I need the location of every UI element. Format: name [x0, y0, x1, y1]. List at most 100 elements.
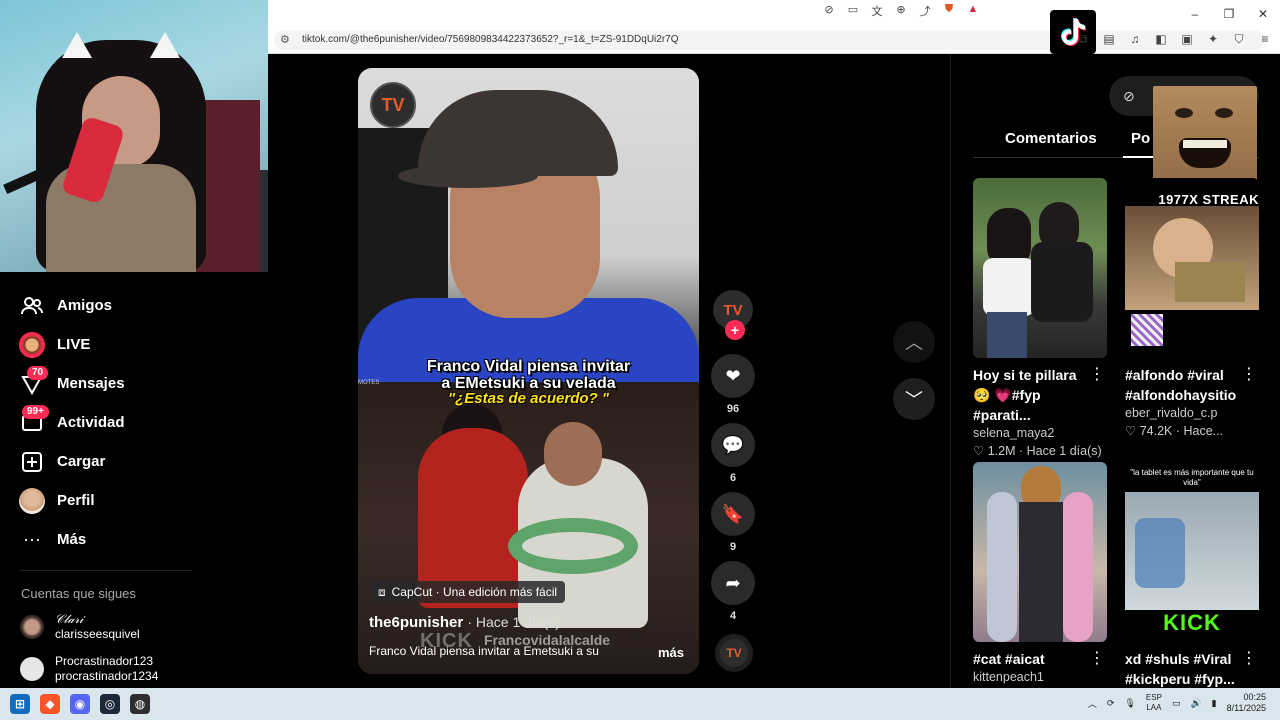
menu-icon[interactable]: ≡: [1258, 32, 1272, 47]
comment-button[interactable]: 💬: [711, 423, 755, 467]
video-thumbnail[interactable]: 1977X STREAK: [1125, 178, 1259, 358]
comment-icon: 💬: [721, 434, 745, 455]
video-author[interactable]: the6punisher · Hace 1 día(s): [369, 614, 560, 631]
network-icon[interactable]: ⟳: [1107, 698, 1115, 709]
sidebar-item-mensajes[interactable]: 70 Mensajes: [18, 364, 258, 403]
sidebar-nav: Amigos LIVE 70 Mensajes 99+ Actividad Ca…: [18, 286, 258, 559]
card-user[interactable]: eber_rivaldo_c.p: [1125, 406, 1259, 420]
thumbnail-overlay-text: "la tablet es más importante que tu vida…: [1130, 468, 1254, 487]
screen: ⚙ tiktok.com/@the6punisher/video/7569809…: [0, 0, 1280, 720]
tab-second[interactable]: Po: [1131, 130, 1150, 147]
zoom-icon[interactable]: ⊕: [894, 3, 908, 19]
obs-icon[interactable]: ◍: [130, 694, 150, 714]
music-icon[interactable]: ♫: [1128, 32, 1142, 47]
sidebar-item-mas[interactable]: ··· Más: [18, 520, 258, 559]
video-card[interactable]: Hoy si te pillara 🥺 💗#fyp #parati... ⋮ s…: [973, 178, 1107, 458]
share-icon[interactable]: ⤴: [918, 3, 932, 19]
like-button[interactable]: ❤: [711, 354, 755, 398]
creator-avatar[interactable]: TV: [370, 82, 416, 128]
kick-logo: KICK: [1163, 610, 1221, 635]
more-options-icon[interactable]: ⋮: [1241, 648, 1257, 668]
translate-icon[interactable]: 文: [870, 3, 884, 19]
site-settings-icon[interactable]: ⚙: [280, 33, 294, 47]
taskbar-apps: ⊞ ◆ ◉ ◎ ◍: [10, 694, 150, 714]
sidebar-item-amigos[interactable]: Amigos: [18, 286, 258, 325]
restore-icon[interactable]: ❐: [1212, 0, 1246, 28]
capcut-badge[interactable]: ⧈ CapCut · Una edición más fácil: [370, 581, 566, 603]
card-stats: ♡ 1.2M · Hace 1 día(s): [973, 444, 1102, 458]
more-options-icon[interactable]: ⋮: [1089, 364, 1105, 384]
video-thumbnail[interactable]: "la tablet es más importante que tu vida…: [1125, 462, 1259, 642]
save-button[interactable]: 🔖: [711, 492, 755, 536]
next-video-button[interactable]: ﹀: [893, 378, 935, 420]
tab-comentarios[interactable]: Comentarios: [1005, 130, 1097, 147]
video-player[interactable]: TV Franco Vidal piensa invitar a EMetsuk…: [358, 68, 699, 674]
video-actions: TV + ❤ 96 💬 6 🔖 9 ➦ 4: [711, 290, 755, 630]
compass-icon: ⊘: [1123, 87, 1135, 104]
minimize-icon[interactable]: –: [1178, 0, 1212, 28]
bookmark-icon: 🔖: [721, 503, 745, 524]
creator-avatar-follow[interactable]: TV +: [713, 290, 753, 340]
chevron-up-icon[interactable]: ︿: [1088, 697, 1097, 710]
brave-shield-icon[interactable]: ⛊: [942, 3, 956, 19]
video-card[interactable]: "la tablet es más importante que tu vida…: [1125, 462, 1259, 689]
card-title[interactable]: xd #shuls #Viral #kickperu #fyp...: [1125, 649, 1249, 689]
card-title[interactable]: #alfondo #viral #alfondohaysitio: [1125, 365, 1249, 405]
video-card[interactable]: 1977X STREAK #alfondo #viral #alfondohay…: [1125, 178, 1259, 438]
extensions-icon[interactable]: ⧉: [1076, 32, 1090, 47]
webcam-overlay: [0, 0, 268, 272]
video-card[interactable]: #cat #aicat ⋮ kittenpeach1: [973, 462, 1107, 684]
video-overlay-text: MOTES: [358, 380, 380, 386]
thumbnail-overlay-text: 1977X STREAK: [1158, 192, 1259, 207]
microphone-icon[interactable]: 🎙: [1124, 698, 1135, 709]
more-button[interactable]: más: [658, 645, 684, 660]
previous-video-button[interactable]: ︿: [893, 321, 935, 363]
card-user[interactable]: selena_maya2: [973, 426, 1107, 440]
video-description: Franco Vidal piensa invitar a Emetsuki a…: [369, 644, 599, 658]
sidebar-item-actividad[interactable]: 99+ Actividad: [18, 403, 258, 442]
steam-icon[interactable]: ◎: [100, 694, 120, 714]
language-indicator[interactable]: ESP LAA: [1146, 693, 1162, 713]
messages-icon: 70: [18, 365, 49, 398]
video-thumbnail[interactable]: [973, 462, 1107, 642]
battery-icon[interactable]: ▮: [1212, 698, 1217, 709]
clock[interactable]: 00:25 8/11/2025: [1227, 692, 1266, 714]
no-tracking-icon[interactable]: ⊘: [822, 3, 836, 19]
monitor-icon[interactable]: ▭: [1172, 698, 1181, 709]
avatar: [20, 657, 44, 681]
save-count: 9: [729, 541, 737, 553]
taskbar: ⊞ ◆ ◉ ◎ ◍ ︿ ⟳ 🎙 ESP LAA ▭ 🔊 ▮ 00:25 8/11…: [0, 688, 1280, 720]
card-title[interactable]: #cat #aicat: [973, 649, 1097, 669]
video-thumbnail[interactable]: [973, 178, 1107, 358]
brave-browser-icon[interactable]: ◆: [40, 694, 60, 714]
vpn-icon[interactable]: ⛉: [1232, 32, 1246, 47]
card-title[interactable]: Hoy si te pillara 🥺 💗#fyp #parati...: [973, 365, 1097, 425]
window-controls: – ❐ ✕: [1178, 0, 1280, 28]
share-arrow-icon: ➦: [725, 572, 741, 593]
url-text[interactable]: tiktok.com/@the6punisher/video/756980983…: [302, 34, 679, 45]
more-options-icon[interactable]: ⋮: [1241, 364, 1257, 384]
close-icon[interactable]: ✕: [1246, 0, 1280, 28]
card-user[interactable]: kittenpeach1: [973, 670, 1107, 684]
windows-start-icon[interactable]: ⊞: [10, 694, 30, 714]
sidebar-icon[interactable]: ◧: [1154, 32, 1168, 47]
volume-icon[interactable]: 🔊: [1190, 698, 1201, 709]
discord-icon[interactable]: ◉: [70, 694, 90, 714]
wallet-icon[interactable]: ▣: [1180, 32, 1194, 47]
sidebar-item-cargar[interactable]: Cargar: [18, 442, 258, 481]
following-item[interactable]: 𝒞𝓁𝒶𝓇𝒾 clarisseesquivel: [20, 612, 140, 642]
like-count: 96: [726, 403, 740, 415]
share-button[interactable]: ➦: [711, 561, 755, 605]
brave-rewards-icon[interactable]: ▲: [966, 3, 980, 19]
following-item[interactable]: Procrastinador123 procrastinador1234: [20, 654, 158, 684]
sidebar-item-perfil[interactable]: Perfil: [18, 481, 258, 520]
leo-ai-icon[interactable]: ✦: [1206, 32, 1220, 47]
more-options-icon[interactable]: ⋮: [1089, 648, 1105, 668]
follow-plus-icon[interactable]: +: [725, 320, 745, 340]
cast-icon[interactable]: ▭: [846, 3, 860, 19]
music-disc-icon[interactable]: TV: [715, 634, 753, 672]
sidebar-item-live[interactable]: LIVE: [18, 325, 258, 364]
reading-list-icon[interactable]: ▤: [1102, 32, 1116, 47]
avatar: [20, 615, 44, 639]
friends-icon: [18, 292, 46, 320]
